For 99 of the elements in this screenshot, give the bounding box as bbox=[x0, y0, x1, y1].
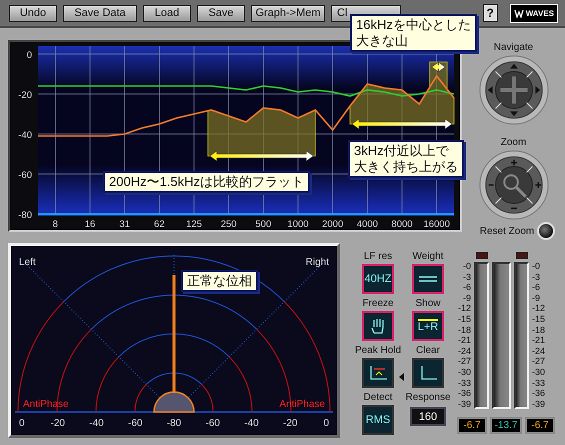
icon-button[interactable] bbox=[412, 358, 444, 388]
phase-dome bbox=[153, 391, 195, 413]
scale-label: -36 bbox=[532, 388, 546, 398]
help-button[interactable]: ? bbox=[482, 4, 498, 22]
scale-label: -27 bbox=[458, 356, 471, 366]
control-label: Peak Hold bbox=[354, 344, 402, 358]
toggle-button[interactable]: L+R bbox=[412, 311, 444, 341]
axis-tick-label: 31 bbox=[119, 219, 130, 230]
toolbar-button[interactable]: Save bbox=[197, 4, 245, 22]
navigate-control[interactable] bbox=[478, 55, 548, 125]
scale-label: -39 bbox=[532, 398, 546, 409]
toolbar-button[interactable]: Graph->Mem bbox=[251, 4, 325, 22]
scale-label: 0 bbox=[19, 418, 25, 429]
triangle-icon bbox=[399, 373, 404, 381]
logo-text: WAVES bbox=[526, 8, 554, 18]
scale-label: -20 bbox=[283, 418, 298, 429]
control-label: Zoom bbox=[500, 137, 526, 148]
axis-tick-label: 125 bbox=[186, 219, 202, 230]
response-field[interactable]: 160 bbox=[410, 407, 446, 426]
channel-label: Right bbox=[306, 257, 329, 268]
axis-tick-label: 0 bbox=[26, 50, 32, 61]
axis-tick-label: 250 bbox=[220, 219, 237, 230]
zoom-control[interactable] bbox=[478, 150, 548, 220]
axis-tick-label: 16 bbox=[84, 219, 96, 230]
control-label: LF res bbox=[364, 250, 392, 264]
axis-tick-label: 1000 bbox=[287, 219, 309, 230]
scale-label: -33 bbox=[532, 378, 546, 388]
scale-label: -6 bbox=[462, 282, 471, 292]
tooltip-text: 大きく持ち上がる bbox=[354, 159, 458, 175]
channel-label: Left bbox=[19, 257, 36, 268]
icon-button[interactable] bbox=[412, 264, 444, 294]
clip-led bbox=[516, 252, 528, 259]
control-label: Clear bbox=[416, 344, 440, 358]
scale-label: -80 bbox=[166, 418, 182, 429]
scale-label: -0 bbox=[532, 261, 540, 271]
toolbar-button[interactable]: Load bbox=[143, 4, 191, 22]
icon-button[interactable] bbox=[362, 358, 394, 388]
scale-label: -21 bbox=[458, 335, 471, 346]
scale-label: -40 bbox=[244, 418, 259, 429]
tooltip-text: 大きな山 bbox=[356, 33, 409, 49]
scale-label: -9 bbox=[532, 292, 540, 303]
control-label: Reset Zoom bbox=[480, 226, 534, 236]
tooltip-text: 3kHz付近以上で bbox=[354, 143, 450, 159]
axis-tick-label: -40 bbox=[18, 130, 32, 141]
tooltip-text: 正常な位相 bbox=[187, 273, 252, 289]
control-label: Navigate bbox=[494, 42, 534, 53]
axis-tick-label: 8 bbox=[52, 219, 58, 230]
tooltip-text: 200Hz〜1.5kHzは比較的フラット bbox=[109, 174, 304, 190]
axis-tick-label: -80 bbox=[18, 210, 32, 221]
scale-label: -36 bbox=[458, 388, 471, 398]
scale-label: -39 bbox=[458, 398, 471, 409]
level-readout: -13.7 bbox=[490, 417, 522, 434]
control-label: Weight bbox=[412, 250, 444, 264]
scale-label: -18 bbox=[532, 324, 546, 335]
toolbar-button[interactable]: Undo bbox=[9, 4, 57, 22]
scale-label: 0 bbox=[323, 418, 329, 429]
toolbar-button[interactable]: Save Data bbox=[63, 4, 137, 22]
scale-label: -3 bbox=[462, 272, 471, 282]
scale-label: -33 bbox=[458, 378, 471, 388]
scale-label: -40 bbox=[89, 418, 104, 429]
control-label: Response bbox=[405, 391, 451, 405]
axis-tick-label: 4000 bbox=[356, 219, 378, 230]
scale-label: -21 bbox=[532, 335, 546, 346]
control-label: Freeze bbox=[362, 297, 394, 311]
scale-label: -30 bbox=[458, 367, 471, 378]
scale-label: -60 bbox=[128, 418, 142, 429]
scale-label: -60 bbox=[206, 418, 220, 429]
axis-tick-label: 8000 bbox=[391, 219, 413, 230]
scale-label: -0 bbox=[462, 261, 471, 271]
axis-tick-label: 2000 bbox=[322, 219, 344, 230]
scale-label: -6 bbox=[532, 282, 540, 292]
scale-label: -30 bbox=[532, 367, 546, 378]
icon-button[interactable] bbox=[362, 311, 394, 341]
level-readout: -6.7 bbox=[457, 417, 487, 434]
control-label: Detect bbox=[364, 391, 392, 405]
control-label: Show bbox=[415, 297, 440, 311]
clip-led bbox=[476, 252, 488, 259]
scale-label: -3 bbox=[532, 272, 540, 282]
scale-label: -15 bbox=[458, 314, 471, 324]
peak-hold-icon bbox=[368, 364, 388, 382]
axis-tick-label: 16000 bbox=[423, 219, 450, 230]
scale-label: -18 bbox=[458, 324, 471, 335]
scale-label: -20 bbox=[50, 418, 65, 429]
axis-tick-label: -60 bbox=[18, 170, 32, 181]
reset-zoom-button[interactable] bbox=[537, 222, 556, 240]
scale-label: -24 bbox=[532, 346, 546, 356]
axis-tick-label: -20 bbox=[18, 90, 32, 101]
scale-label: -12 bbox=[458, 303, 471, 314]
scale-label: -15 bbox=[532, 314, 546, 324]
logo-icon bbox=[514, 8, 524, 18]
toggle-button[interactable]: RMS bbox=[362, 405, 394, 435]
scale-label: -24 bbox=[458, 346, 471, 356]
axis-tick-label: 500 bbox=[255, 219, 272, 230]
scale-label: -12 bbox=[532, 303, 546, 314]
toggle-button[interactable]: 40HZ bbox=[362, 264, 394, 294]
level-readout: -6.7 bbox=[525, 417, 555, 434]
scale-label: -27 bbox=[532, 356, 546, 366]
axis-tick-label: 62 bbox=[154, 219, 165, 230]
scale-label: -9 bbox=[462, 292, 471, 303]
